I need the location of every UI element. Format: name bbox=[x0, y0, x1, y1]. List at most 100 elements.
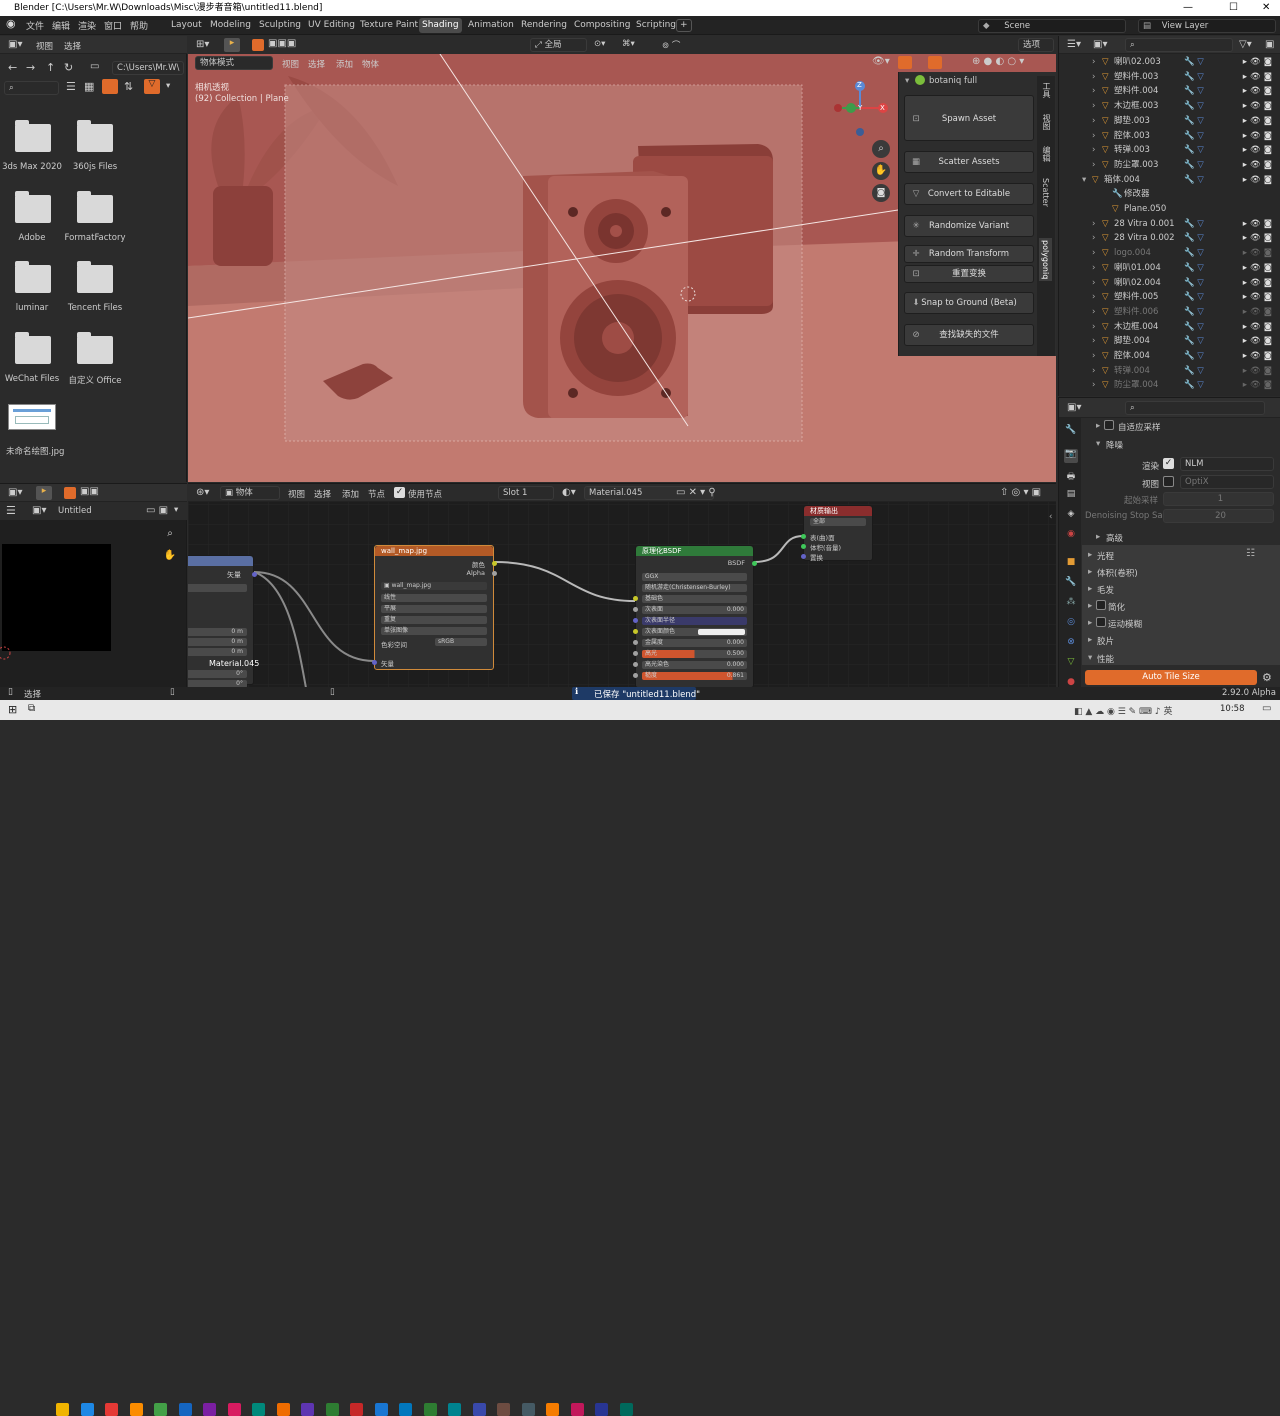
bsdf-input-row[interactable]: 糙度 0.861 bbox=[642, 672, 747, 680]
output-tab-icon[interactable]: 🖶 bbox=[1064, 469, 1078, 483]
image-editor-type-icon[interactable]: ▣▾ bbox=[8, 487, 22, 498]
chevron-right-icon[interactable]: ▸ bbox=[1088, 601, 1092, 611]
outliner-row[interactable]: › ▽ 防尘罩.004 🔧 ▽ ▸👁◙ bbox=[1060, 378, 1275, 392]
node-overlay-icons[interactable]: ⇧ ◎ ▾ ▣ bbox=[1000, 487, 1041, 498]
particles-tab-icon[interactable]: ⁂ bbox=[1064, 597, 1078, 611]
tab-modeling[interactable]: Modeling bbox=[207, 18, 254, 33]
bsdf-input-row[interactable]: 高光染色 0.000 bbox=[642, 661, 747, 669]
tab-scatter[interactable]: Scatter bbox=[1041, 178, 1050, 207]
folder-icon[interactable] bbox=[77, 120, 113, 152]
outliner-row[interactable]: 🔧 修改器 bbox=[1060, 187, 1275, 201]
folder-icon[interactable] bbox=[77, 261, 113, 293]
outliner-search-input[interactable]: ⌕ bbox=[1125, 38, 1233, 52]
outliner-row[interactable]: › ▽ 木边框.004 🔧 ▽ ▸👁◙ bbox=[1060, 320, 1275, 334]
visibility-toggles-icon[interactable]: ▸👁◙ bbox=[1243, 320, 1275, 334]
filter-dropdown-icon[interactable]: ▾ bbox=[166, 81, 170, 91]
tab-uv-editing[interactable]: UV Editing bbox=[305, 18, 358, 33]
modifier-data-icons[interactable]: 🔧 ▽ bbox=[1184, 143, 1204, 157]
visibility-toggles-icon[interactable]: ▸👁◙ bbox=[1243, 349, 1275, 363]
simplify-section[interactable]: 简化 bbox=[1108, 601, 1125, 613]
use-nodes-checkbox[interactable]: ✓ bbox=[394, 487, 405, 498]
camera-view-icon[interactable]: ◙ bbox=[872, 184, 890, 202]
image-select-mode-icon[interactable] bbox=[64, 487, 76, 499]
visibility-toggles-icon[interactable]: ▸👁◙ bbox=[1243, 334, 1275, 348]
volume-input-socket[interactable] bbox=[801, 544, 806, 549]
scene-selector[interactable]: ◆ Scene bbox=[978, 19, 1126, 33]
back-icon[interactable]: ← bbox=[8, 61, 17, 74]
taskbar-app-icon[interactable] bbox=[521, 1403, 535, 1416]
node-dropdown[interactable] bbox=[188, 584, 247, 592]
interpolation-dropdown[interactable]: 线性 bbox=[381, 594, 487, 602]
taskbar-app-icon[interactable] bbox=[105, 1403, 118, 1416]
vector-output-socket[interactable] bbox=[252, 572, 257, 577]
modifier-data-icons[interactable]: 🔧 ▽ bbox=[1184, 349, 1204, 363]
location-y-field[interactable]: 0 m bbox=[188, 638, 247, 646]
visibility-toggles-icon[interactable]: ▸👁◙ bbox=[1243, 217, 1275, 231]
outliner-row[interactable]: › ▽ 喇叭01.004 🔧 ▽ ▸👁◙ bbox=[1060, 261, 1275, 275]
taskbar-app-icon[interactable] bbox=[497, 1403, 510, 1416]
render-denoiser-dropdown[interactable]: NLM bbox=[1180, 457, 1274, 471]
taskbar-app-icon[interactable] bbox=[374, 1403, 388, 1416]
bsdf-input-socket[interactable] bbox=[633, 651, 638, 656]
node-editor-type-icon[interactable]: ⊛▾ bbox=[196, 487, 209, 498]
expand-arrow-icon[interactable]: › bbox=[1092, 378, 1095, 392]
image-file-label[interactable]: 未命名绘图.jpg bbox=[6, 445, 64, 457]
outliner-row[interactable]: › ▽ 塑料件.005 🔧 ▽ ▸👁◙ bbox=[1060, 290, 1275, 304]
extension-dropdown[interactable]: 重复 bbox=[381, 616, 487, 624]
outliner-row[interactable]: › ▽ 脚垫.004 🔧 ▽ ▸👁◙ bbox=[1060, 334, 1275, 348]
denoise-section[interactable]: 降噪 bbox=[1106, 439, 1123, 451]
image-menu-dropdown-icon[interactable]: ▾ bbox=[174, 505, 178, 515]
viewport-denoiser-dropdown[interactable]: OptiX bbox=[1180, 475, 1274, 489]
chevron-down-icon[interactable]: ▾ bbox=[1096, 439, 1100, 449]
chevron-right-icon[interactable]: ▸ bbox=[1088, 618, 1092, 628]
expand-arrow-icon[interactable]: › bbox=[1092, 143, 1095, 157]
chevron-right-icon[interactable]: ▸ bbox=[1088, 567, 1092, 577]
material-actions-icon[interactable]: ▭ ✕ ▾ ⚲ bbox=[676, 487, 716, 498]
folder-label-tencent[interactable]: Tencent Files bbox=[60, 303, 130, 313]
rotation-y-field[interactable]: 0° bbox=[188, 680, 247, 687]
tab-rendering[interactable]: Rendering bbox=[518, 18, 570, 33]
image-select-modes-icon[interactable]: ▣▣ bbox=[80, 486, 99, 497]
expand-arrow-icon[interactable]: › bbox=[1092, 349, 1095, 363]
motion-blur-checkbox[interactable] bbox=[1096, 617, 1106, 627]
zoom-icon[interactable]: ⌕ bbox=[872, 140, 890, 158]
displacement-input-socket[interactable] bbox=[801, 554, 806, 559]
menu-file[interactable]: 文件 bbox=[26, 19, 44, 32]
properties-search-input[interactable]: ⌕ bbox=[1125, 401, 1265, 415]
modifier-data-icons[interactable]: 🔧 ▽ bbox=[1184, 290, 1204, 304]
expand-arrow-icon[interactable]: › bbox=[1092, 334, 1095, 348]
taskbar-app-icon[interactable] bbox=[203, 1403, 216, 1416]
texture-coordinate-node[interactable]: 矢量 0 m 0 m 0 m Material.045 0° 0° bbox=[188, 555, 259, 687]
vector-input-socket[interactable] bbox=[372, 660, 377, 665]
taskbar-app-icon[interactable] bbox=[154, 1403, 167, 1416]
menu-render[interactable]: 渲染 bbox=[78, 19, 96, 32]
image-canvas[interactable] bbox=[2, 544, 111, 651]
new-collection-icon[interactable]: ▣ bbox=[1265, 39, 1274, 50]
outliner-row[interactable]: › ▽ 塑料件.006 🔧 ▽ ▸👁◙ bbox=[1060, 305, 1275, 319]
visibility-toggles-icon[interactable]: ▸👁◙ bbox=[1243, 129, 1275, 143]
taskbar-app-icon[interactable] bbox=[325, 1403, 339, 1416]
properties-editor-type-icon[interactable]: ▣▾ bbox=[1067, 402, 1081, 413]
chevron-right-icon[interactable]: ▸ bbox=[1088, 635, 1092, 645]
taskbar-app-icon[interactable] bbox=[56, 1403, 69, 1416]
taskbar-app-icon[interactable] bbox=[472, 1403, 486, 1416]
expand-arrow-icon[interactable]: › bbox=[1092, 158, 1095, 172]
tab-edit[interactable]: 编辑 bbox=[1041, 146, 1052, 162]
modifier-data-icons[interactable]: 🔧 ▽ bbox=[1184, 55, 1204, 69]
folder-label-360js[interactable]: 360js Files bbox=[60, 162, 130, 172]
taskbar-app-icon[interactable] bbox=[448, 1403, 461, 1416]
expand-arrow-icon[interactable]: › bbox=[1092, 231, 1095, 245]
gizmo-toggle-icon[interactable] bbox=[898, 56, 912, 69]
expand-arrow-icon[interactable]: ▾ bbox=[1082, 173, 1086, 187]
tab-layout[interactable]: Layout bbox=[168, 18, 205, 33]
outliner-row[interactable]: › ▽ logo.004 🔧 ▽ ▸👁◙ bbox=[1060, 246, 1275, 260]
modifier-data-icons[interactable]: 🔧 ▽ bbox=[1184, 84, 1204, 98]
principled-bsdf-node[interactable]: 原理化BSDF BSDF GGX 随机游走(Christensen-Burley… bbox=[633, 545, 757, 687]
select-new-icon[interactable] bbox=[252, 39, 264, 51]
panel-collapse-icon[interactable]: ▾ bbox=[905, 76, 909, 86]
options-dropdown[interactable]: 选项 bbox=[1018, 38, 1054, 52]
modifier-data-icons[interactable]: 🔧 ▽ bbox=[1184, 217, 1204, 231]
shader-type-dropdown[interactable]: ▣ 物体 bbox=[220, 486, 280, 500]
modifier-data-icons[interactable]: 🔧 ▽ bbox=[1184, 158, 1204, 172]
expand-arrow-icon[interactable]: › bbox=[1092, 84, 1095, 98]
